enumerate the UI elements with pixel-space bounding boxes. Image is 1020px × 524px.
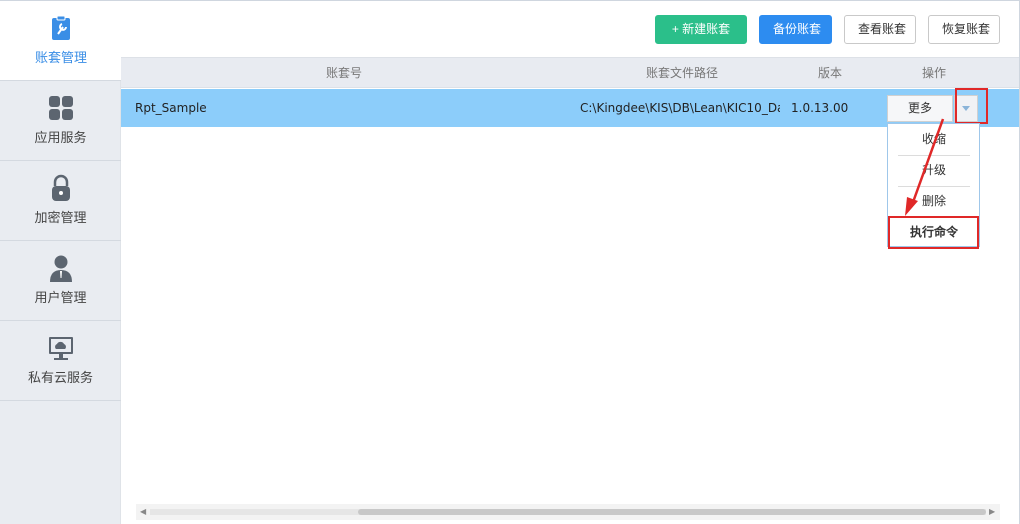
app-window: 账套管理 应用服务 加密管理 用户管理 私有云服务 + 新建账套 备份账套 查看…	[0, 0, 1020, 524]
horizontal-scrollbar[interactable]: ◀ ▶	[136, 504, 1000, 520]
annotation-arrow	[905, 118, 945, 216]
scrollbar-thumb[interactable]	[358, 509, 986, 515]
scroll-right-icon[interactable]: ▶	[989, 507, 995, 516]
scroll-left-icon[interactable]: ◀	[140, 507, 146, 516]
